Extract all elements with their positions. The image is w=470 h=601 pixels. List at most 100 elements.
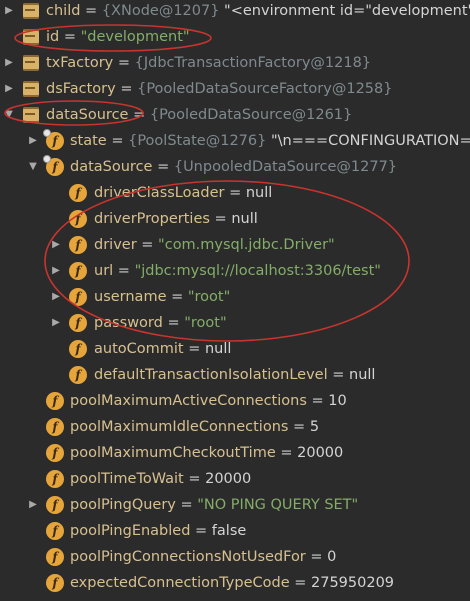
tree-row-driverclassloader[interactable]: f driverClassLoader = null: [0, 180, 470, 206]
equals-sign: =: [305, 549, 328, 565]
equals-sign: =: [113, 263, 135, 279]
tree-row-poolmaximumidleconnections[interactable]: f poolMaximumIdleConnections = 5: [0, 414, 470, 440]
variable-name: driver: [94, 237, 137, 253]
tree-row-text: id = "development": [46, 24, 190, 50]
tree-row-poolpingquery[interactable]: ▶ f poolPingQuery = "NO PING QUERY SET": [0, 492, 470, 518]
field-icon: f: [69, 184, 87, 202]
field-icon: f: [46, 444, 64, 462]
tree-row-text: poolTimeToWait = 20000: [70, 466, 251, 492]
tree-row-defaulttransactionisolationlevel[interactable]: f defaultTransactionIsolationLevel = nul…: [0, 362, 470, 388]
field-icon: f: [69, 340, 87, 358]
tree-row-inner-datasource[interactable]: ▼ f dataSource = {UnpooledDataSource@127…: [0, 154, 470, 180]
tree-row-poolmaximumcheckouttime[interactable]: f poolMaximumCheckoutTime = 20000: [0, 440, 470, 466]
expand-arrow-icon[interactable]: ▶: [50, 258, 62, 284]
variable-name: poolPingEnabled: [70, 523, 191, 539]
field-icon: f: [46, 470, 64, 488]
tree-row-text: password = "root": [94, 310, 227, 336]
tree-row-url[interactable]: ▶ f url = "jdbc:mysql://localhost:3306/t…: [0, 258, 470, 284]
value: 275950209: [311, 575, 395, 591]
expand-arrow-icon[interactable]: ▶: [50, 284, 62, 310]
collapse-arrow-icon[interactable]: ▼: [27, 154, 39, 180]
list-field-icon: [22, 54, 40, 72]
tree-row-text: dsFactory = {PooledDataSourceFactory@125…: [46, 76, 392, 102]
equals-sign: =: [106, 133, 129, 149]
tree-row-text: child = {XNode@1207} "<environment id="d…: [46, 0, 470, 24]
tree-row-poolpingenabled[interactable]: f poolPingEnabled = false: [0, 518, 470, 544]
tree-row-expectedconnectiontypecode[interactable]: f expectedConnectionTypeCode = 275950209: [0, 570, 470, 596]
equals-sign: =: [166, 289, 188, 305]
equals-sign: =: [209, 211, 232, 227]
expand-arrow-icon[interactable]: ▶: [27, 492, 39, 518]
equals-sign: =: [275, 445, 298, 461]
tree-row-text: driver = "com.mysql.jdbc.Driver": [94, 232, 335, 258]
field-icon: f: [69, 314, 87, 332]
tree-row-text: poolMaximumCheckoutTime = 20000: [70, 440, 343, 466]
tree-row-text: driverClassLoader = null: [94, 180, 272, 206]
tree-row-child[interactable]: ▶ child = {XNode@1207} "<environment id=…: [0, 0, 470, 24]
tree-row-text: expectedConnectionTypeCode = 275950209: [70, 570, 394, 596]
variable-name: defaultTransactionIsolationLevel: [94, 367, 328, 383]
variable-name: username: [94, 289, 167, 305]
value: 10: [328, 393, 347, 409]
equals-sign: =: [224, 185, 246, 201]
tree-row-text: driverProperties = null: [94, 206, 258, 232]
field-icon: f: [69, 236, 87, 254]
list-field-icon: [22, 80, 40, 98]
expand-arrow-icon[interactable]: ▶: [50, 232, 62, 258]
equals-sign: =: [288, 419, 310, 435]
variable-name: poolMaximumActiveConnections: [70, 393, 307, 409]
equals-sign: =: [152, 159, 174, 175]
tree-row-datasource[interactable]: ▼ dataSource = {PooledDataSource@1261}: [0, 102, 470, 128]
lock-badge-icon: [43, 129, 51, 137]
equals-sign: =: [327, 367, 350, 383]
field-icon: f: [46, 392, 64, 410]
variable-name: autoCommit: [94, 341, 184, 357]
variable-name: child: [46, 3, 81, 19]
variable-name: dsFactory: [46, 81, 116, 97]
tree-row-text: dataSource = {PooledDataSource@1261}: [46, 102, 352, 128]
variable-name: dataSource: [46, 107, 129, 123]
tree-row-txfactory[interactable]: ▶ txFactory = {JdbcTransactionFactory@12…: [0, 50, 470, 76]
tree-row-poolmaximumactiveconnections[interactable]: f poolMaximumActiveConnections = 10: [0, 388, 470, 414]
tree-row-autocommit[interactable]: f autoCommit = null: [0, 336, 470, 362]
variable-name: poolTimeToWait: [70, 471, 184, 487]
collapse-arrow-icon[interactable]: ▼: [3, 102, 15, 128]
string-value: "<environment id="development": [219, 3, 470, 19]
string-value: "development": [80, 29, 190, 45]
value: null: [245, 185, 273, 201]
tree-row-poolpingconnectionsnotusedfor[interactable]: f poolPingConnectionsNotUsedFor = 0: [0, 544, 470, 570]
value: 0: [327, 549, 337, 565]
tree-row-username[interactable]: ▶ f username = "root": [0, 284, 470, 310]
object-reference: {XNode@1207}: [101, 3, 220, 19]
tree-row-text: username = "root": [94, 284, 230, 310]
tree-row-password[interactable]: ▶ f password = "root": [0, 310, 470, 336]
variable-name: poolPingQuery: [70, 497, 176, 513]
list-field-icon: [22, 2, 40, 20]
equals-sign: =: [115, 81, 138, 97]
object-reference: {PooledDataSourceFactory@1258}: [137, 81, 393, 97]
variable-name: dataSource: [70, 159, 153, 175]
variable-name: txFactory: [46, 55, 114, 71]
equals-sign: =: [128, 107, 150, 123]
variable-name: poolMaximumCheckoutTime: [70, 445, 276, 461]
string-value: "com.mysql.jdbc.Driver": [158, 237, 335, 253]
tree-row-text: poolMaximumActiveConnections = 10: [70, 388, 347, 414]
variable-name: password: [94, 315, 163, 331]
expand-arrow-icon[interactable]: ▶: [3, 76, 15, 102]
tree-row-state[interactable]: ▶ f state = {PoolState@1276} "\n===CONFI…: [0, 128, 470, 154]
expand-arrow-icon[interactable]: ▶: [27, 128, 39, 154]
tree-row-text: poolPingEnabled = false: [70, 518, 246, 544]
field-icon: f: [46, 522, 64, 540]
expand-arrow-icon[interactable]: ▶: [3, 50, 15, 76]
tree-row-driverproperties[interactable]: f driverProperties = null: [0, 206, 470, 232]
object-reference: {PoolState@1276}: [128, 133, 267, 149]
tree-row-id[interactable]: id = "development": [0, 24, 470, 50]
expand-arrow-icon[interactable]: ▶: [3, 0, 15, 24]
expand-arrow-icon[interactable]: ▶: [50, 310, 62, 336]
tree-row-driver[interactable]: ▶ f driver = "com.mysql.jdbc.Driver": [0, 232, 470, 258]
list-field-icon: [22, 106, 40, 124]
tree-row-pooltimetowait[interactable]: f poolTimeToWait = 20000: [0, 466, 470, 492]
equals-sign: =: [183, 471, 206, 487]
equals-sign: =: [113, 55, 135, 71]
tree-row-dsfactory[interactable]: ▶ dsFactory = {PooledDataSourceFactory@1…: [0, 76, 470, 102]
